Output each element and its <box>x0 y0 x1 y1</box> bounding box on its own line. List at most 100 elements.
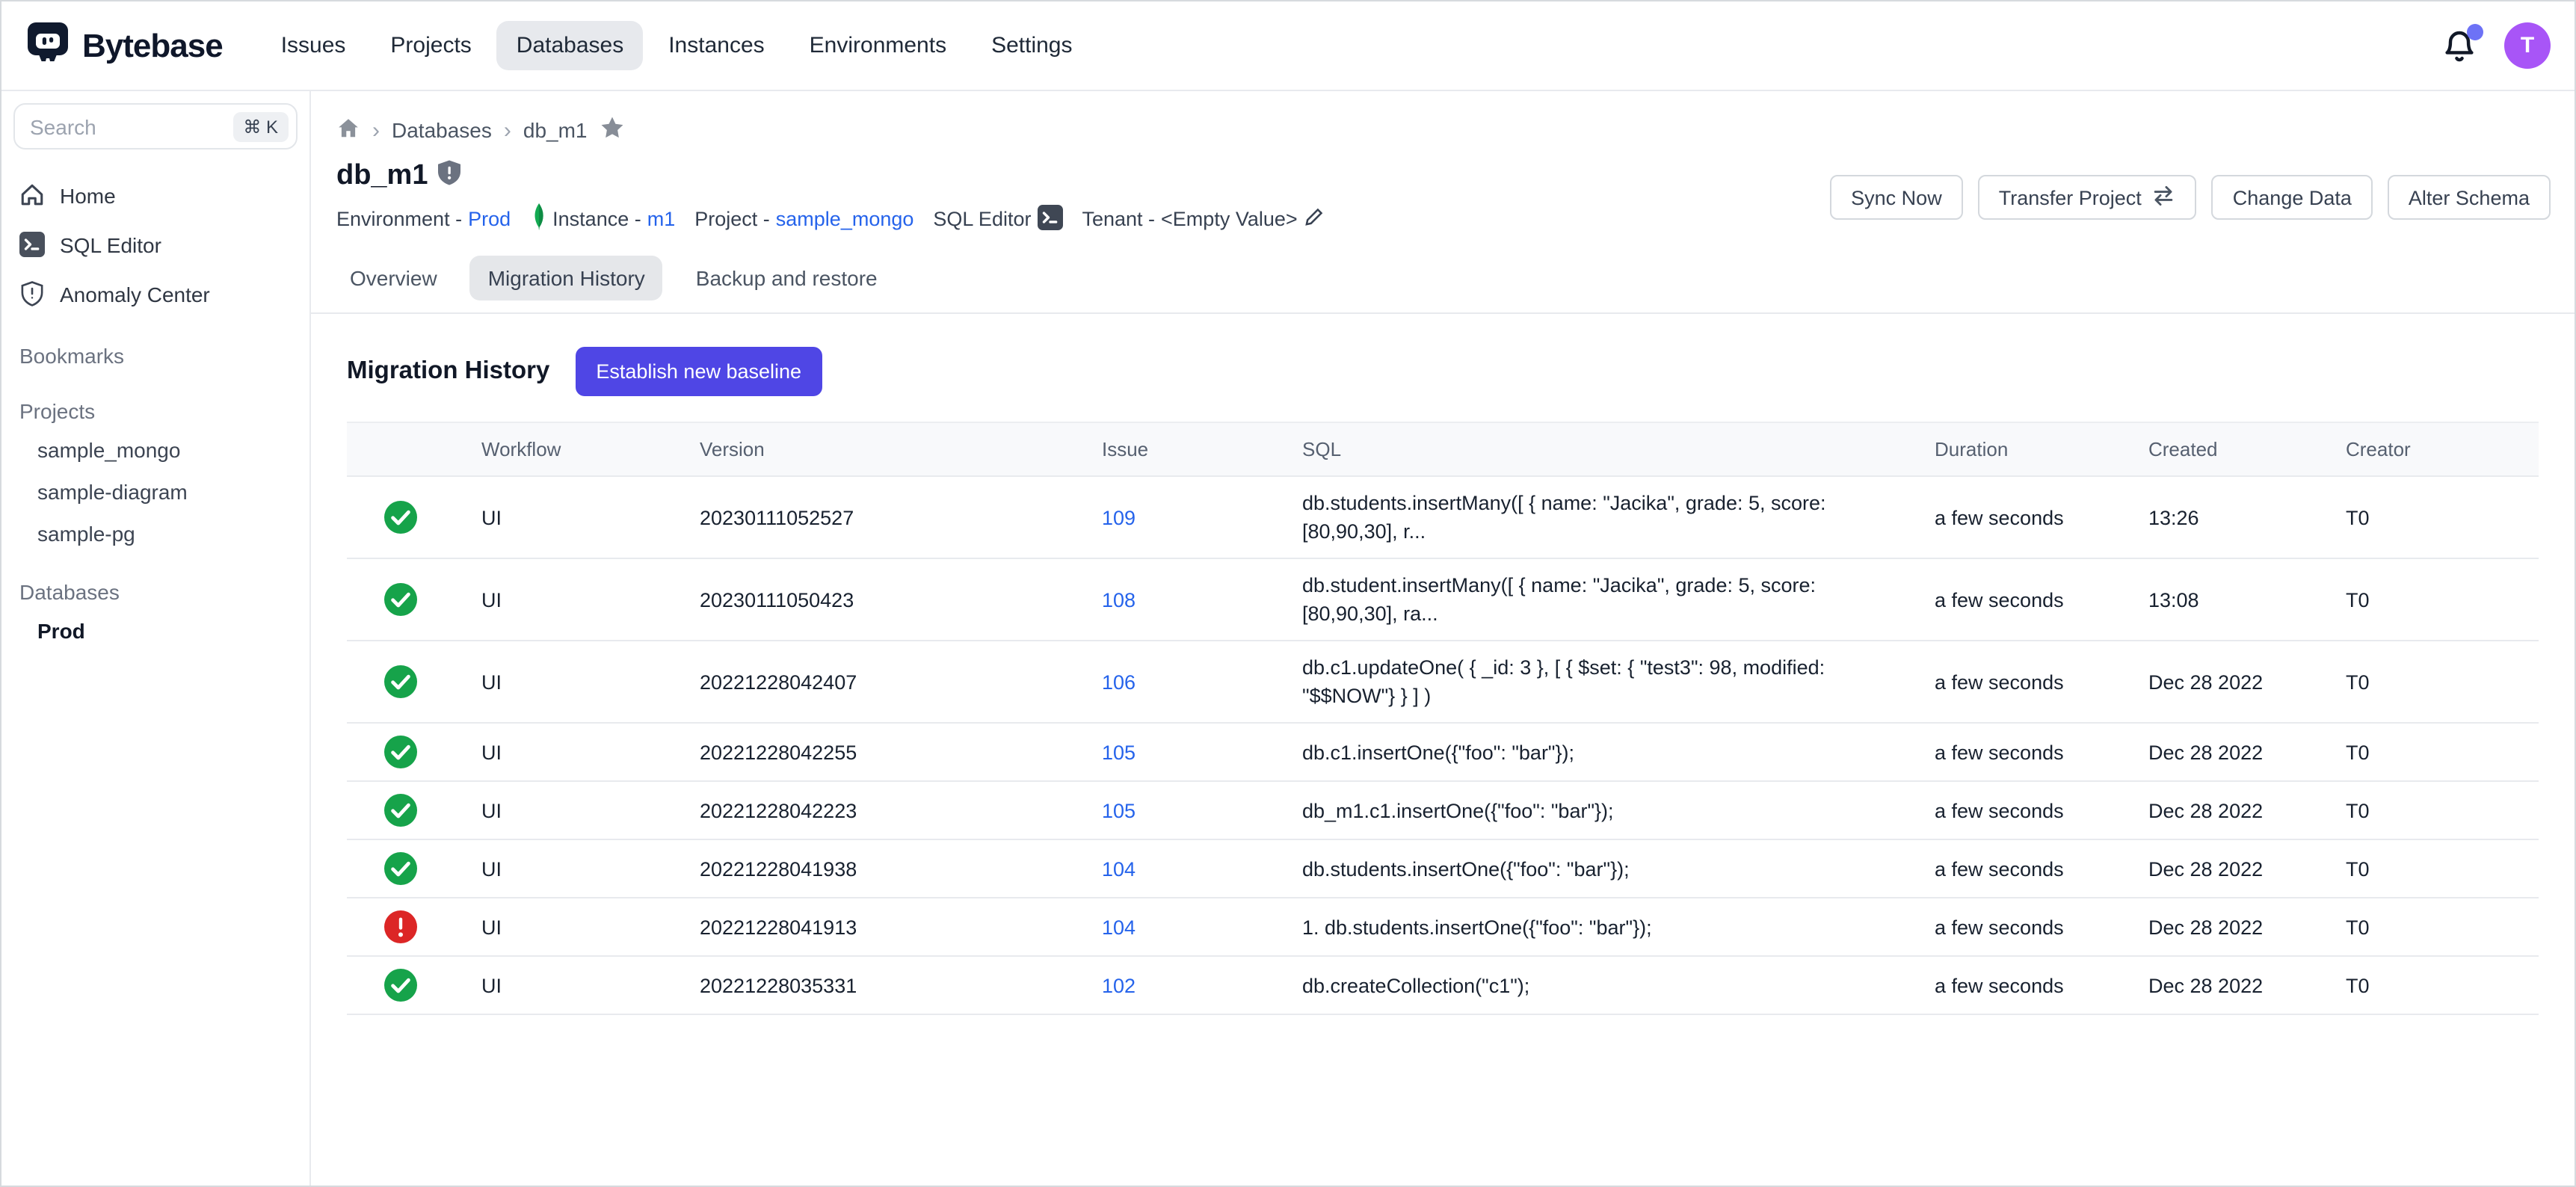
column-header-created: Created <box>2148 423 2346 475</box>
issue-link[interactable]: 106 <box>1102 670 1136 693</box>
table-row[interactable]: UI20221228035331102db.createCollection("… <box>347 957 2539 1015</box>
sql-cell: 1. db.students.insertOne({"foo": "bar"})… <box>1302 901 1935 953</box>
home-icon[interactable] <box>336 116 360 144</box>
version-cell: 20221228041913 <box>700 901 1102 953</box>
sync-now-button[interactable]: Sync Now <box>1830 175 1963 220</box>
issue-link[interactable]: 108 <box>1102 588 1136 611</box>
breadcrumb-databases[interactable]: Databases <box>392 118 492 142</box>
sql-editor-link[interactable]: SQL Editor <box>933 204 1062 234</box>
sidebar-item-label: SQL Editor <box>60 232 161 256</box>
topnav-item-issues[interactable]: Issues <box>262 21 366 70</box>
top-bar: Bytebase IssuesProjectsDatabasesInstance… <box>1 1 2575 91</box>
migration-history-section: Migration History Establish new baseline… <box>311 314 2575 1015</box>
database-header: db_m1 Environment - Prod <box>311 145 2575 235</box>
issue-cell: 108 <box>1102 573 1302 626</box>
creator-cell: T0 <box>2346 656 2539 708</box>
issue-link[interactable]: 109 <box>1102 506 1136 528</box>
bytebase-logo-icon <box>25 19 70 72</box>
migration-history-table: WorkflowVersionIssueSQLDurationCreatedCr… <box>347 422 2539 1015</box>
tenant-value: <Empty Value> <box>1161 208 1298 230</box>
workflow-cell: UI <box>481 573 700 626</box>
environment-link[interactable]: Prod <box>468 208 511 230</box>
tab-migration-history[interactable]: Migration History <box>470 256 663 300</box>
change-data-button[interactable]: Change Data <box>2212 175 2373 220</box>
tab-overview[interactable]: Overview <box>332 256 455 300</box>
bell-icon[interactable] <box>2441 28 2477 64</box>
sidebar-item-home[interactable]: Home <box>1 170 309 220</box>
sidebar-item-sql-editor[interactable]: SQL Editor <box>1 220 309 269</box>
table-row[interactable]: UI20221228041938104db.students.insertOne… <box>347 840 2539 898</box>
table-row[interactable]: UI20230111050423108db.student.insertMany… <box>347 559 2539 641</box>
version-cell: 20221228042407 <box>700 656 1102 708</box>
terminal-icon <box>1037 204 1062 234</box>
avatar[interactable]: T <box>2504 22 2551 69</box>
project-link[interactable]: sample_mongo <box>776 208 914 230</box>
creator-cell: T0 <box>2346 726 2539 778</box>
issue-link[interactable]: 105 <box>1102 741 1136 763</box>
breadcrumb: › Databases › db_m1 <box>311 91 2575 145</box>
sidebar-section-title: Projects <box>1 393 309 429</box>
status-cell <box>347 782 481 839</box>
topnav-item-databases[interactable]: Databases <box>497 21 643 70</box>
establish-baseline-button[interactable]: Establish new baseline <box>575 347 822 396</box>
column-header-workflow: Workflow <box>481 423 700 475</box>
creator-cell: T0 <box>2346 901 2539 953</box>
topbar-right: T <box>2441 22 2551 69</box>
sidebar-item-sample-pg[interactable]: sample-pg <box>1 513 309 555</box>
tab-backup-and-restore[interactable]: Backup and restore <box>678 256 896 300</box>
version-cell: 20230111050423 <box>700 573 1102 626</box>
chevron-right-icon: › <box>372 117 380 143</box>
error-icon <box>384 910 463 943</box>
created-cell: Dec 28 2022 <box>2148 901 2346 953</box>
table-row[interactable]: UI20221228041913104 1. db.students.insert… <box>347 898 2539 957</box>
created-cell: Dec 28 2022 <box>2148 959 2346 1011</box>
page-title: db_m1 <box>336 160 428 193</box>
alter-schema-button[interactable]: Alter Schema <box>2388 175 2551 220</box>
created-cell: Dec 28 2022 <box>2148 842 2346 895</box>
breadcrumb-db-m1[interactable]: db_m1 <box>523 118 588 142</box>
pencil-icon[interactable] <box>1304 206 1325 232</box>
issue-cell: 104 <box>1102 901 1302 953</box>
button-label: Change Data <box>2233 186 2352 209</box>
sidebar-item-label: Home <box>60 183 116 207</box>
sidebar-item-label: Anomaly Center <box>60 282 210 306</box>
brand[interactable]: Bytebase <box>25 19 223 72</box>
issue-link[interactable]: 105 <box>1102 799 1136 821</box>
table-row[interactable]: UI20221228042255105db.c1.insertOne({"foo… <box>347 724 2539 782</box>
sql-cell: db.c1.insertOne({"foo": "bar"}); <box>1302 726 1935 778</box>
issue-link[interactable]: 104 <box>1102 857 1136 880</box>
sidebar-item-sample-mongo[interactable]: sample_mongo <box>1 429 309 471</box>
creator-cell: T0 <box>2346 959 2539 1011</box>
duration-cell: a few seconds <box>1935 784 2148 836</box>
table-row[interactable]: UI20221228042223105db_m1.c1.insertOne({"… <box>347 782 2539 840</box>
sidebar-section-title: Bookmarks <box>1 338 309 374</box>
issue-link[interactable]: 102 <box>1102 974 1136 996</box>
environment-label: Environment - <box>336 208 462 230</box>
issue-link[interactable]: 104 <box>1102 916 1136 938</box>
sidebar-sections: Bookmarks Projectssample_mongosample-diag… <box>1 338 309 652</box>
sql-cell: db.createCollection("c1"); <box>1302 959 1935 1011</box>
topnav-item-projects[interactable]: Projects <box>371 21 490 70</box>
project-label: Project - <box>694 208 770 230</box>
sidebar: Search ⌘ K HomeSQL EditorAnomaly Center … <box>1 91 311 1186</box>
topnav-item-instances[interactable]: Instances <box>649 21 783 70</box>
tab-bar: Overview Migration History Backup and re… <box>311 235 2575 312</box>
status-cell <box>347 653 481 710</box>
transfer-project-button[interactable]: Transfer Project <box>1978 175 2197 220</box>
table-row[interactable]: UI20221228042407106db.c1.updateOne( { _i… <box>347 641 2539 724</box>
sidebar-item-sample-diagram[interactable]: sample-diagram <box>1 471 309 513</box>
star-icon[interactable] <box>600 115 625 145</box>
version-cell: 20221228041938 <box>700 842 1102 895</box>
duration-cell: a few seconds <box>1935 842 2148 895</box>
app-window: Bytebase IssuesProjectsDatabasesInstance… <box>0 0 2576 1187</box>
search-input[interactable]: Search ⌘ K <box>13 103 298 149</box>
instance-link[interactable]: m1 <box>647 208 676 230</box>
topnav-item-settings[interactable]: Settings <box>972 21 1091 70</box>
workflow-cell: UI <box>481 901 700 953</box>
sidebar-item-anomaly-center[interactable]: Anomaly Center <box>1 269 309 318</box>
duration-cell: a few seconds <box>1935 959 2148 1011</box>
sidebar-item-prod[interactable]: Prod <box>1 610 309 652</box>
table-row[interactable]: UI20230111052527109db.students.insertMan… <box>347 477 2539 559</box>
search-placeholder: Search <box>30 114 232 138</box>
topnav-item-environments[interactable]: Environments <box>790 21 966 70</box>
